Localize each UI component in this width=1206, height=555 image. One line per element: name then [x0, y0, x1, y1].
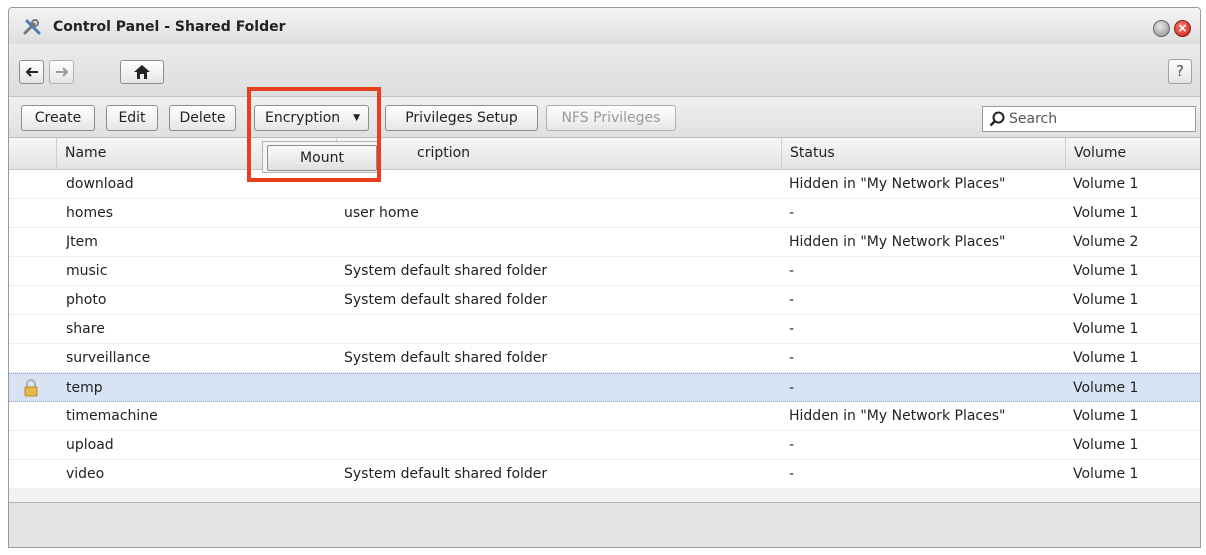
volume-cell: Volume 1	[1073, 176, 1139, 192]
table-body: download Hidden in "My Network Places" Vol…	[9, 170, 1200, 489]
forward-button[interactable]	[49, 60, 74, 84]
status-area	[9, 502, 1200, 547]
edit-button[interactable]: Edit	[106, 105, 158, 131]
navigation-bar: ?	[9, 44, 1200, 97]
status-cell: -	[789, 263, 795, 279]
title-bar: Control Panel - Shared Folder ×	[9, 8, 1200, 44]
window-title: Control Panel - Shared Folder	[53, 19, 286, 35]
table-row[interactable]: temp - Volume 1	[9, 373, 1200, 402]
shared-folder-table: Name cription Status Volume download Hidd…	[9, 138, 1200, 489]
table-row[interactable]: music System default shared folder - Volume…	[9, 257, 1200, 286]
table-row[interactable]: homes user home - Volume 1	[9, 199, 1200, 228]
status-cell: Hidden in "My Network Places"	[789, 176, 1006, 192]
description-cell: System default shared folder	[344, 350, 548, 366]
name-cell: photo	[66, 292, 107, 308]
table-row[interactable]: photo System default shared folder - Volume…	[9, 286, 1200, 315]
name-cell: Jtem	[66, 234, 98, 250]
volume-cell: Volume 1	[1073, 292, 1139, 308]
name-cell: timemachine	[66, 408, 158, 424]
volume-cell: Volume 1	[1073, 205, 1139, 221]
arrow-right-icon	[55, 67, 68, 77]
table-row[interactable]: timemachine Hidden in "My Network Places"…	[9, 402, 1200, 431]
status-cell: -	[789, 380, 795, 396]
name-cell: music	[66, 263, 108, 279]
table-row[interactable]: video System default shared folder - Volume…	[9, 460, 1200, 489]
description-cell: user home	[344, 205, 419, 221]
search-box[interactable]	[982, 106, 1196, 132]
name-cell: temp	[66, 380, 103, 396]
volume-cell: Volume 1	[1073, 380, 1139, 396]
name-cell: surveillance	[66, 350, 151, 366]
volume-cell: Volume 1	[1073, 350, 1139, 366]
table-row[interactable]: download Hidden in "My Network Places" Vol…	[9, 170, 1200, 199]
status-cell: Hidden in "My Network Places"	[789, 408, 1006, 424]
status-cell: -	[789, 321, 795, 337]
name-cell: homes	[66, 205, 113, 221]
encryption-menu: Mount	[262, 141, 380, 173]
name-cell: upload	[66, 437, 114, 453]
description-cell: System default shared folder	[344, 466, 548, 482]
encryption-dropdown-button[interactable]: Encryption ▼	[254, 105, 369, 131]
minimize-button[interactable]	[1153, 20, 1170, 37]
delete-button[interactable]: Delete	[169, 105, 236, 131]
dropdown-arrow-icon: ▼	[353, 113, 360, 123]
icon-column-header[interactable]	[9, 138, 56, 169]
volume-cell: Volume 1	[1073, 408, 1139, 424]
name-cell: download	[66, 176, 134, 192]
name-cell: video	[66, 466, 105, 482]
status-column-header[interactable]: Status	[781, 138, 1065, 169]
volume-cell: Volume 1	[1073, 466, 1139, 482]
name-cell: share	[66, 321, 105, 337]
table-row[interactable]: surveillance System default shared folder…	[9, 344, 1200, 373]
table-header: Name cription Status Volume	[9, 138, 1200, 170]
volume-cell: Volume 2	[1073, 234, 1139, 250]
volume-cell: Volume 1	[1073, 321, 1139, 337]
search-input[interactable]	[1009, 109, 1189, 129]
nfs-privileges-button[interactable]: NFS Privileges	[546, 105, 676, 131]
control-panel-window: Control Panel - Shared Folder × ? Create…	[8, 7, 1201, 548]
status-cell: -	[789, 205, 795, 221]
tools-icon	[23, 19, 41, 35]
description-cell: System default shared folder	[344, 292, 548, 308]
arrow-left-icon	[25, 67, 38, 77]
status-cell: -	[789, 437, 795, 453]
table-row[interactable]: Jtem Hidden in "My Network Places" Volume …	[9, 228, 1200, 257]
volume-cell: Volume 1	[1073, 437, 1139, 453]
lock-icon	[24, 379, 38, 397]
privileges-setup-button[interactable]: Privileges Setup	[385, 105, 538, 131]
create-button[interactable]: Create	[21, 105, 95, 131]
status-cell: -	[789, 292, 795, 308]
mount-menu-item[interactable]: Mount	[267, 145, 377, 171]
close-button[interactable]: ×	[1174, 20, 1191, 37]
search-icon	[989, 111, 1005, 127]
back-button[interactable]	[19, 60, 44, 84]
status-cell: Hidden in "My Network Places"	[789, 234, 1006, 250]
encryption-button-label: Encryption	[265, 110, 341, 126]
description-cell: System default shared folder	[344, 263, 548, 279]
volume-column-header[interactable]: Volume	[1065, 138, 1200, 169]
status-cell: -	[789, 350, 795, 366]
home-button[interactable]	[120, 60, 164, 84]
toolbar: Create Edit Delete Encryption ▼ Privileg…	[9, 97, 1200, 138]
status-cell: -	[789, 466, 795, 482]
table-row[interactable]: share - Volume 1	[9, 315, 1200, 344]
description-column-header[interactable]: cription	[336, 138, 781, 169]
help-button[interactable]: ?	[1168, 59, 1192, 84]
volume-cell: Volume 1	[1073, 263, 1139, 279]
table-row[interactable]: upload - Volume 1	[9, 431, 1200, 460]
home-icon	[134, 65, 150, 79]
